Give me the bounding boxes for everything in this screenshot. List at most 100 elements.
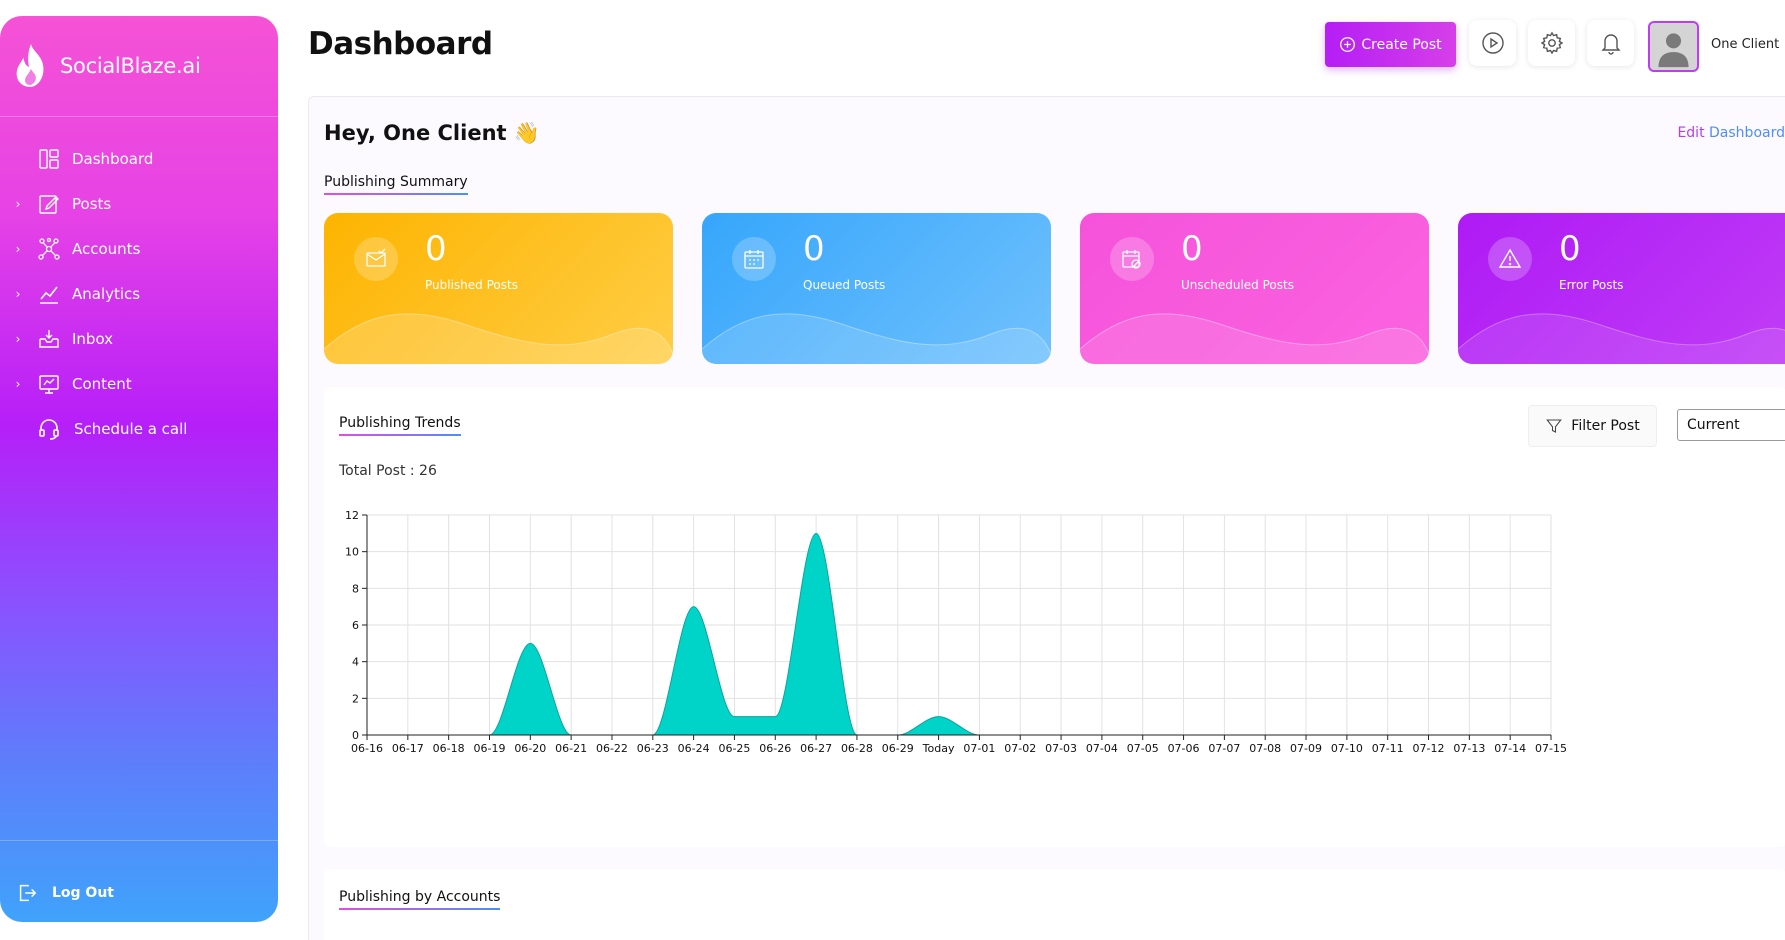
filter-icon [1546, 419, 1563, 433]
y-tick-label: 6 [352, 619, 359, 632]
calendar-off-icon [1110, 237, 1154, 281]
sidebar-item-inbox[interactable]: › Inbox [0, 316, 278, 361]
chart-line-icon [36, 281, 62, 307]
sidebar-item-label: Content [72, 374, 132, 393]
logout-button[interactable]: Log Out [16, 882, 114, 904]
sidebar-item-dashboard[interactable]: Dashboard [0, 136, 278, 181]
card-label: Unscheduled Posts [1181, 278, 1294, 292]
create-post-button[interactable]: Create Post [1325, 22, 1456, 67]
settings-button[interactable] [1528, 20, 1575, 66]
sidebar-item-analytics[interactable]: › Analytics [0, 271, 278, 316]
unscheduled-posts-card[interactable]: 0 Unscheduled Posts [1080, 213, 1429, 364]
x-tick-label: 06-28 [841, 742, 873, 755]
brand-name: SocialBlaze.ai [60, 54, 201, 78]
publishing-trends-title: Publishing Trends [339, 415, 461, 436]
card-value: 0 [803, 229, 825, 269]
card-label: Error Posts [1559, 278, 1624, 292]
x-tick-label: 06-17 [392, 742, 424, 755]
page-title: Dashboard [308, 26, 493, 62]
play-circle-icon [1481, 32, 1504, 54]
x-tick-label: 07-04 [1086, 742, 1118, 755]
filter-post-button[interactable]: Filter Post [1528, 405, 1657, 447]
bell-icon [1600, 34, 1621, 55]
y-tick-label: 12 [345, 509, 359, 522]
x-tick-label: 06-19 [473, 742, 505, 755]
published-posts-card[interactable]: 0 Published Posts [324, 213, 673, 364]
x-tick-label: 07-01 [963, 742, 995, 755]
card-value: 0 [425, 229, 447, 269]
wave-decoration [1458, 313, 1785, 364]
edit-dashboard-text: Edit [1677, 125, 1705, 141]
create-post-label: Create Post [1361, 36, 1442, 53]
video-play-button[interactable] [1469, 20, 1516, 66]
sidebar-item-label: Accounts [72, 239, 141, 258]
user-name[interactable]: One Client [1711, 37, 1779, 52]
x-tick-label: 07-05 [1127, 742, 1159, 755]
sidebar-item-schedule-call[interactable]: Schedule a call [0, 406, 278, 451]
x-tick-label: 07-14 [1494, 742, 1526, 755]
headset-icon [36, 416, 62, 442]
chevron-right-icon: › [15, 331, 21, 346]
x-tick-label: 07-08 [1249, 742, 1281, 755]
x-tick-label: 07-03 [1045, 742, 1077, 755]
dashboard-panel: Hey, One Client 👋 Edit Dashboard Publish… [308, 96, 1785, 940]
divider [0, 840, 278, 841]
brand[interactable]: SocialBlaze.ai [12, 36, 201, 96]
divider [0, 116, 278, 117]
notifications-button[interactable] [1587, 20, 1634, 66]
x-tick-label: 07-02 [1004, 742, 1036, 755]
x-tick-label: 06-24 [678, 742, 710, 755]
plus-circle-icon [1340, 37, 1356, 52]
publishing-accounts-panel: Publishing by Accounts [324, 869, 1785, 940]
error-posts-card[interactable]: 0 Error Posts [1458, 213, 1785, 364]
x-tick-label: 06-25 [718, 742, 750, 755]
sidebar-item-posts[interactable]: › Posts [0, 181, 278, 226]
sidebar-item-content[interactable]: › Content [0, 361, 278, 406]
sidebar-item-label: Inbox [72, 329, 114, 348]
x-tick-label: 06-26 [759, 742, 791, 755]
x-tick-label: 07-13 [1453, 742, 1485, 755]
user-avatar-icon [1658, 33, 1689, 68]
gear-icon [1540, 31, 1563, 55]
x-tick-label: 06-23 [637, 742, 669, 755]
card-value: 0 [1181, 229, 1203, 269]
chevron-right-icon: › [15, 196, 21, 211]
publishing-summary-title: Publishing Summary [324, 174, 468, 195]
wave-decoration [702, 313, 1051, 364]
period-select-value: Current [1687, 417, 1740, 433]
edit-dashboard-text: Dashboard [1709, 125, 1785, 141]
x-tick-label: 06-27 [800, 742, 832, 755]
period-select[interactable]: Current ▾ [1677, 409, 1785, 441]
card-label: Published Posts [425, 278, 518, 292]
filter-post-label: Filter Post [1571, 418, 1640, 434]
queued-posts-card[interactable]: 0 Queued Posts [702, 213, 1051, 364]
sidebar-item-accounts[interactable]: › Accounts [0, 226, 278, 271]
x-tick-label: 07-07 [1208, 742, 1240, 755]
network-icon [36, 236, 62, 262]
edit-dashboard-link[interactable]: Edit Dashboard [1677, 125, 1785, 141]
x-tick-label: 06-21 [555, 742, 587, 755]
x-tick-label: 07-11 [1372, 742, 1404, 755]
y-tick-label: 2 [352, 692, 359, 705]
monitor-icon [36, 371, 62, 397]
flame-logo-icon [16, 44, 44, 87]
sidebar-item-label: Dashboard [72, 149, 154, 168]
logout-icon [19, 884, 37, 902]
x-tick-label: 07-09 [1290, 742, 1322, 755]
x-tick-label: 07-12 [1413, 742, 1445, 755]
publishing-trends-panel: Publishing Trends Filter Post Current ▾ … [324, 387, 1785, 847]
sidebar-item-label: Posts [72, 194, 112, 213]
logout-label: Log Out [52, 885, 114, 901]
avatar[interactable] [1648, 21, 1699, 72]
dashboard-icon [36, 146, 62, 172]
publishing-trends-chart: 0 2 4 6 8 10 12 06-16 06-17 06-18 06-19 06-20 06-21 0… [345, 509, 1567, 755]
x-tick-label: 07-10 [1331, 742, 1363, 755]
greeting: Hey, One Client 👋 [324, 121, 541, 145]
sidebar-item-label: Schedule a call [74, 419, 188, 438]
trend-area [367, 533, 1551, 735]
y-tick-label: 10 [345, 546, 359, 559]
sidebar: SocialBlaze.ai Dashboard › Posts › Accou… [0, 16, 278, 922]
warning-icon [1488, 237, 1532, 281]
x-tick-label: 07-06 [1168, 742, 1200, 755]
sidebar-item-label: Analytics [72, 284, 141, 303]
